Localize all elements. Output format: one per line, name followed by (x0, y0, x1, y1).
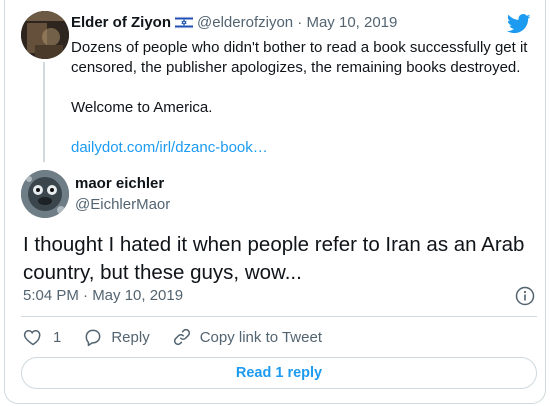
reply-tweet-text: I thought I hated it when people refer t… (23, 233, 525, 284)
read-replies-button[interactable]: Read 1 reply (21, 357, 537, 389)
israel-flag-icon (174, 15, 194, 33)
copy-link-label: Copy link to Tweet (199, 328, 322, 346)
link-icon (173, 328, 190, 346)
parent-tweet-body-line2: Welcome to America. (71, 99, 213, 116)
tweet-actions: 1 Reply Copy link to Tweet (23, 327, 344, 347)
author-name[interactable]: Elder of Ziyon (71, 14, 171, 31)
parent-tweet-text: Dozens of people who didn't bother to re… (71, 38, 541, 158)
like-count: 1 (53, 328, 62, 346)
author-handle[interactable]: @elderofziyon (197, 14, 293, 31)
tweet-embed-card: Elder of Ziyon @elderofziyon · May 10, 20… (4, 0, 546, 404)
reply-author-handle[interactable]: @EichlerMaor (75, 196, 170, 213)
like-button[interactable]: 1 (23, 327, 61, 347)
heart-icon (23, 329, 41, 346)
reply-label: Reply (111, 328, 150, 346)
reply-bubble-icon (85, 329, 101, 347)
parent-tweet-header: Elder of Ziyon @elderofziyon · May 10, 20… (71, 14, 397, 33)
parent-tweet-body: Dozens of people who didn't bother to re… (71, 39, 528, 76)
avatar[interactable] (21, 170, 69, 218)
separator-dot: · (297, 14, 303, 31)
tweet-date[interactable]: May 10, 2019 (306, 14, 397, 31)
divider (21, 316, 537, 317)
avatar[interactable] (21, 11, 69, 59)
thread-connector-line (43, 62, 45, 162)
reply-author-name[interactable]: maor eichler (75, 175, 164, 192)
twitter-bird-icon[interactable] (507, 14, 531, 34)
info-icon[interactable] (515, 286, 535, 306)
copy-link-button[interactable]: Copy link to Tweet (172, 327, 322, 347)
tweet-timestamp[interactable]: 5:04 PM · May 10, 2019 (23, 287, 183, 304)
reply-button[interactable]: Reply (83, 327, 150, 347)
article-link[interactable]: dailydot.com/irl/dzanc-book… (71, 139, 268, 156)
